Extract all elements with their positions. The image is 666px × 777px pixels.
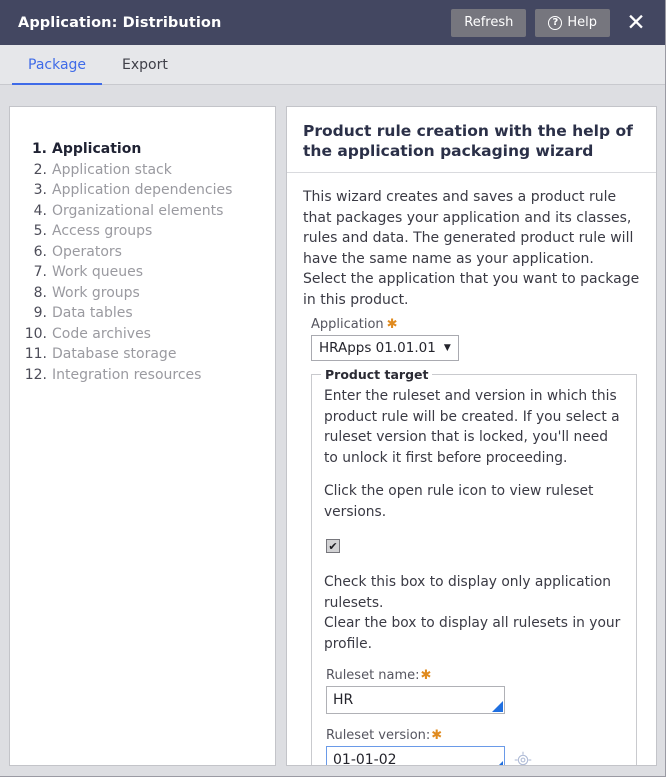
window-title: Application: Distribution [18,14,222,31]
step-number: 9. [33,305,47,321]
sidebar-item-integration-resources[interactable]: 12. Integration resources [10,365,275,386]
step-label: Access groups [52,223,153,239]
step-label: Application dependencies [52,182,233,198]
step-label: Database storage [52,346,177,362]
step-label: Application [52,141,142,157]
step-label: Organizational elements [52,202,224,219]
help-button[interactable]: ? Help [535,8,610,37]
application-rulesets-checkbox[interactable]: ✔ [326,539,340,553]
application-field-label: Application ✱ [311,317,640,332]
sidebar-item-data-tables[interactable]: 9. Data tables [10,303,275,324]
wizard-step-list: 1. Application 2. Application stack 3. A… [10,139,275,385]
sidebar-item-work-groups[interactable]: 8. Work groups [10,283,275,304]
sidebar-item-application-dependencies[interactable]: 3. Application dependencies [10,180,275,201]
step-number: 11. [24,346,47,362]
step-label: Application stack [52,161,172,178]
sidebar-item-access-groups[interactable]: 5. Access groups [10,221,275,242]
title-bar: Application: Distribution Refresh ? Help… [0,0,665,45]
step-number: 1. [31,141,47,157]
form-body: This wizard creates and saves a product … [287,173,656,766]
required-asterisk-icon: ✱ [420,668,432,683]
application-select-value: HRApps 01.01.01 [319,340,436,356]
step-label: Data tables [52,305,133,321]
step-number: 2. [33,161,47,178]
ruleset-name-row: HR [326,686,624,714]
ruleset-name-input[interactable]: HR [326,686,505,714]
page-title: Product rule creation with the help of t… [287,107,656,173]
product-target-paragraph-1: Enter the ruleset and version in which t… [324,388,620,466]
refresh-button-label: Refresh [464,15,514,30]
step-number: 12. [24,366,47,383]
chevron-down-icon: ▼ [443,343,451,353]
product-target-legend: Product target [321,367,433,382]
open-rule-target-icon[interactable] [514,751,532,766]
help-button-label: Help [567,15,597,30]
ruleset-version-row: 01-01-02 [326,746,624,766]
application-select[interactable]: HRApps 01.01.01 ▼ [311,335,459,361]
tab-strip: Package Export [0,45,665,85]
step-label: Operators [52,243,122,260]
wizard-steps-panel: 1. Application 2. Application stack 3. A… [9,106,276,766]
step-label: Work queues [52,264,144,280]
step-number: 7. [33,264,47,280]
sidebar-item-operators[interactable]: 6. Operators [10,242,275,263]
ruleset-version-label-text: Ruleset version: [326,728,431,743]
checkbox-help-text: Check this box to display only applicati… [324,574,621,652]
step-number: 3. [33,182,47,198]
close-icon[interactable]: ✕ [616,3,656,43]
sidebar-item-application-stack[interactable]: 2. Application stack [10,160,275,181]
step-number: 5. [33,223,47,239]
required-asterisk-icon: ✱ [386,317,398,332]
ruleset-version-label: Ruleset version: ✱ [326,728,624,743]
step-label: Work groups [52,284,140,301]
application-label-text: Application [311,317,384,332]
question-mark-icon: ? [548,15,563,30]
content-area: 1. Application 2. Application stack 3. A… [0,86,665,776]
ruleset-name-label: Ruleset name: ✱ [326,668,624,683]
application-window: Application: Distribution Refresh ? Help… [0,0,666,777]
sidebar-item-work-queues[interactable]: 7. Work queues [10,262,275,283]
tab-export[interactable]: Export [104,45,186,84]
refresh-button[interactable]: Refresh [451,8,527,37]
step-number: 8. [33,284,47,301]
required-asterisk-icon: ✱ [431,728,443,743]
tab-package[interactable]: Package [10,45,104,85]
step-label: Code archives [52,325,151,342]
product-target-fieldset: Product target Enter the ruleset and ver… [311,367,637,766]
sidebar-item-application[interactable]: 1. Application [10,139,275,160]
product-target-paragraph-2: Click the open rule icon to view ruleset… [324,483,594,520]
step-number: 4. [33,202,47,219]
sidebar-item-code-archives[interactable]: 10. Code archives [10,324,275,345]
sidebar-item-organizational-elements[interactable]: 4. Organizational elements [10,201,275,222]
step-number: 10. [24,325,47,342]
intro-text: This wizard creates and saves a product … [303,189,640,308]
ruleset-name-label-text: Ruleset name: [326,668,420,683]
step-label: Integration resources [52,366,202,383]
sidebar-item-database-storage[interactable]: 11. Database storage [10,344,275,365]
wizard-form-panel: Product rule creation with the help of t… [286,106,657,766]
step-number: 6. [33,243,47,260]
ruleset-version-input[interactable]: 01-01-02 [326,746,505,765]
